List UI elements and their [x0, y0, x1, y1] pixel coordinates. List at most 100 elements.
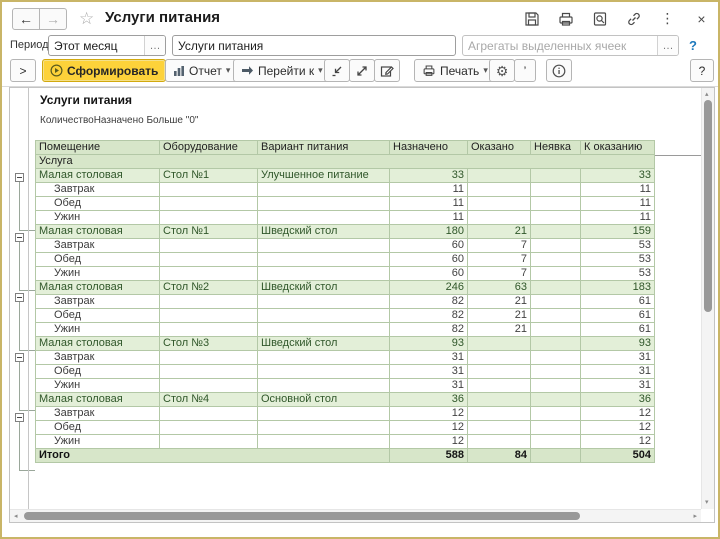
aggregates-picker-button[interactable]: …	[657, 36, 678, 55]
cell[interactable]: Стол №1	[160, 169, 258, 183]
close-icon[interactable]: ×	[693, 10, 710, 27]
cell[interactable]: 21	[468, 225, 531, 239]
scroll-right-icon[interactable]: ▸	[693, 513, 697, 520]
cell[interactable]	[531, 435, 581, 449]
cell[interactable]: 12	[581, 407, 655, 421]
cell[interactable]: 36	[390, 393, 468, 407]
cell[interactable]	[258, 253, 390, 267]
cell[interactable]	[160, 379, 258, 393]
report-name-input[interactable]	[173, 36, 455, 55]
cell[interactable]	[531, 239, 581, 253]
cell[interactable]: 82	[390, 323, 468, 337]
cell[interactable]: 36	[581, 393, 655, 407]
column-header[interactable]: Назначено	[390, 141, 468, 155]
edit-button[interactable]	[374, 59, 400, 82]
cell[interactable]	[468, 393, 531, 407]
horizontal-scrollbar-thumb[interactable]	[24, 512, 580, 520]
cell[interactable]	[531, 365, 581, 379]
info-button[interactable]	[546, 59, 572, 82]
cell[interactable]: Малая столовая	[36, 169, 160, 183]
cell[interactable]	[160, 239, 258, 253]
cell[interactable]	[160, 211, 258, 225]
cell[interactable]: Итого	[36, 449, 390, 463]
cell[interactable]: Улучшенное питание	[258, 169, 390, 183]
back-button[interactable]: ←	[12, 8, 40, 30]
cell[interactable]	[258, 435, 390, 449]
horizontal-scrollbar[interactable]: ◂ ▸	[10, 509, 701, 522]
cell[interactable]	[531, 211, 581, 225]
cell[interactable]	[258, 323, 390, 337]
cell[interactable]	[160, 323, 258, 337]
cell[interactable]: Ужин	[36, 379, 160, 393]
report-menu-button[interactable]: Отчет ▾	[165, 59, 238, 82]
column-header[interactable]: К оказанию	[581, 141, 655, 155]
cell[interactable]: Малая столовая	[36, 225, 160, 239]
cell[interactable]	[160, 309, 258, 323]
cell[interactable]: 60	[390, 239, 468, 253]
column-header[interactable]: Оборудование	[160, 141, 258, 155]
cell[interactable]	[531, 197, 581, 211]
cell[interactable]	[258, 197, 390, 211]
cell[interactable]	[531, 323, 581, 337]
cell[interactable]: Завтрак	[36, 295, 160, 309]
cell[interactable]: Малая столовая	[36, 337, 160, 351]
cell[interactable]	[160, 197, 258, 211]
collapse-group-icon[interactable]	[15, 353, 24, 362]
cell[interactable]: Обед	[36, 365, 160, 379]
cell[interactable]: 61	[581, 323, 655, 337]
cell[interactable]: Шведский стол	[258, 337, 390, 351]
cell[interactable]: 7	[468, 239, 531, 253]
cell[interactable]: Обед	[36, 421, 160, 435]
cell[interactable]: 93	[390, 337, 468, 351]
cell[interactable]: Ужин	[36, 435, 160, 449]
cell[interactable]	[160, 267, 258, 281]
expand-groups-button[interactable]	[349, 59, 375, 82]
cell[interactable]	[160, 295, 258, 309]
cell[interactable]	[531, 281, 581, 295]
cell[interactable]	[468, 379, 531, 393]
favorite-star-icon[interactable]: ☆	[79, 9, 94, 29]
cell[interactable]	[531, 225, 581, 239]
cell[interactable]	[531, 169, 581, 183]
cell[interactable]	[531, 183, 581, 197]
cell[interactable]: Шведский стол	[258, 225, 390, 239]
cell[interactable]: 21	[468, 295, 531, 309]
cell[interactable]: 82	[390, 295, 468, 309]
aggregates-input[interactable]	[463, 36, 657, 55]
cell[interactable]	[468, 169, 531, 183]
cell[interactable]	[531, 267, 581, 281]
cell[interactable]	[531, 379, 581, 393]
cell[interactable]	[258, 351, 390, 365]
cell[interactable]	[531, 337, 581, 351]
cell[interactable]: 11	[390, 183, 468, 197]
cell[interactable]: Завтрак	[36, 407, 160, 421]
cell[interactable]	[531, 253, 581, 267]
cell[interactable]: 12	[390, 407, 468, 421]
cell[interactable]	[258, 365, 390, 379]
cell[interactable]: 84	[468, 449, 531, 463]
cell[interactable]: 61	[581, 309, 655, 323]
scroll-down-icon[interactable]: ▾	[705, 499, 709, 506]
cell[interactable]: 159	[581, 225, 655, 239]
vertical-scrollbar-thumb[interactable]	[704, 100, 712, 312]
help-button[interactable]: ?	[690, 59, 714, 82]
cell[interactable]	[531, 393, 581, 407]
cell[interactable]: 11	[390, 211, 468, 225]
print-menu-button[interactable]: Печать ▾	[414, 59, 496, 82]
collapse-group-icon[interactable]	[15, 233, 24, 242]
cell[interactable]	[468, 211, 531, 225]
column-header[interactable]: Оказано	[468, 141, 531, 155]
collapse-group-icon[interactable]	[15, 413, 24, 422]
cell[interactable]: 11	[581, 183, 655, 197]
cell[interactable]	[468, 351, 531, 365]
cell[interactable]: Стол №1	[160, 225, 258, 239]
report-variant-button[interactable]: ’	[514, 59, 536, 82]
cell[interactable]: 31	[390, 351, 468, 365]
cell[interactable]: 53	[581, 253, 655, 267]
cell[interactable]: 33	[390, 169, 468, 183]
goto-menu-button[interactable]: Перейти к ▾	[233, 59, 331, 82]
cell[interactable]: 183	[581, 281, 655, 295]
settings-button[interactable]: ⚙	[489, 59, 515, 82]
cell[interactable]: Обед	[36, 197, 160, 211]
cell[interactable]: 11	[581, 197, 655, 211]
